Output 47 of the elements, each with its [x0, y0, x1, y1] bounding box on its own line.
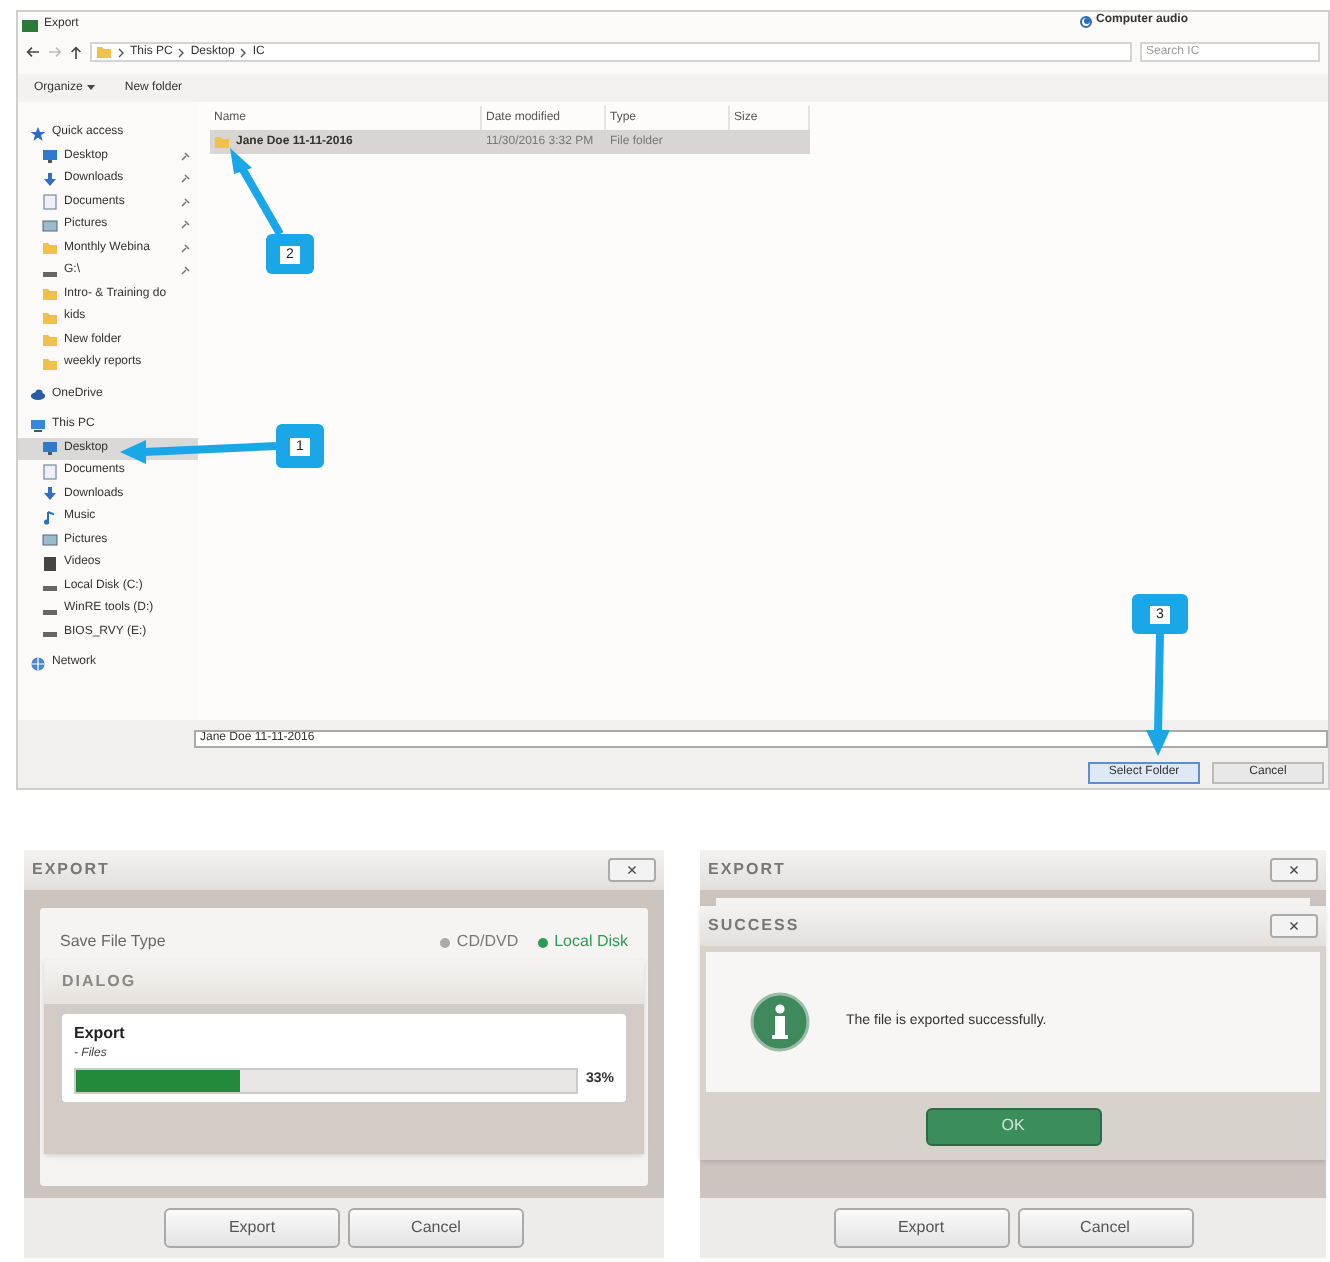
- pin-icon: [180, 243, 190, 254]
- info-icon: [750, 992, 810, 1052]
- document-icon: [42, 194, 58, 211]
- cancel-button[interactable]: Cancel: [348, 1208, 524, 1248]
- export-button[interactable]: Export: [833, 1208, 1009, 1248]
- video-icon: [42, 555, 58, 572]
- task-title: Export: [74, 1022, 127, 1046]
- folder-icon: [214, 134, 230, 150]
- music-icon: [42, 509, 58, 526]
- folder-icon: [42, 240, 58, 257]
- chevron-icon: [178, 47, 185, 57]
- pc-icon: [30, 417, 46, 434]
- export-button[interactable]: Export: [164, 1208, 340, 1248]
- pin-icon: [180, 151, 190, 162]
- window-title: EXPORT: [32, 858, 110, 882]
- desktop-icon: [42, 148, 58, 165]
- pin-icon: [180, 197, 190, 208]
- download-icon: [42, 486, 58, 503]
- close-button[interactable]: ×: [1270, 858, 1318, 882]
- window-title: EXPORT: [708, 858, 786, 882]
- close-button[interactable]: ×: [1270, 914, 1318, 938]
- dialog-title: DIALOG: [62, 970, 137, 994]
- document-icon: [42, 463, 58, 480]
- pin-icon: [180, 220, 190, 231]
- app-icon: [22, 19, 38, 31]
- pin-icon: [180, 174, 190, 185]
- picture-icon: [42, 217, 58, 234]
- picture-icon: [42, 532, 58, 549]
- star-icon: [30, 125, 46, 142]
- chevron-icon: [118, 47, 124, 57]
- chevron-icon: [240, 47, 247, 57]
- pin-icon: [180, 266, 190, 277]
- network-icon: [30, 655, 46, 672]
- dialog-title: SUCCESS: [708, 914, 800, 938]
- up-icon: [70, 45, 82, 59]
- radio-button[interactable]: [1080, 15, 1092, 27]
- cloud-icon: [30, 386, 46, 403]
- forward-icon: [48, 46, 62, 58]
- caret-icon: [86, 84, 97, 92]
- close-button[interactable]: ×: [608, 858, 656, 882]
- field-label: Save File Type: [60, 930, 168, 954]
- radio-option[interactable]: CD/DVD: [440, 930, 519, 954]
- cancel-button[interactable]: Cancel: [1017, 1208, 1193, 1248]
- download-icon: [42, 171, 58, 188]
- folder-icon: [96, 44, 112, 60]
- back-icon: [26, 46, 40, 58]
- desktop-icon: [42, 440, 58, 457]
